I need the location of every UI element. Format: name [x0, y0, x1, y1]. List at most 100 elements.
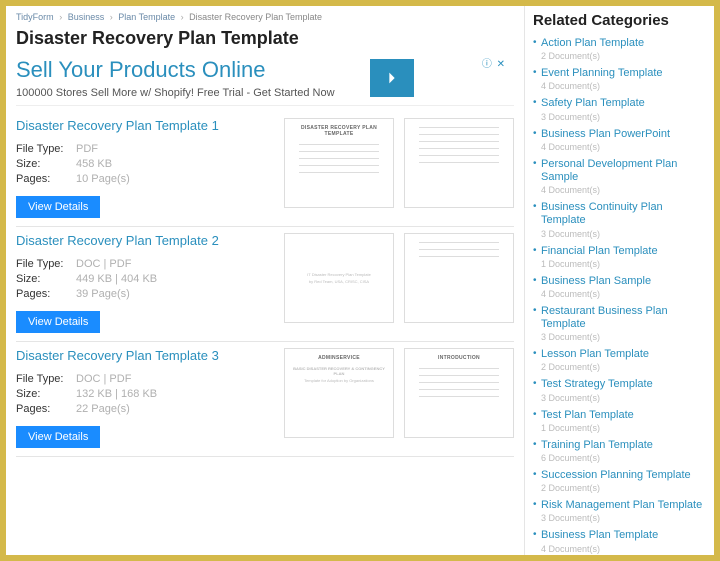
- category-item: Business Plan Template 4 Document(s): [533, 529, 706, 553]
- category-item: Event Planning Template4 Document(s): [533, 67, 706, 91]
- category-link[interactable]: Personal Development Plan Sample: [541, 158, 706, 184]
- category-link[interactable]: Business Plan Sample: [541, 275, 706, 288]
- template-item: Disaster Recovery Plan Template 1 File T…: [16, 112, 514, 227]
- category-link[interactable]: Safety Plan Template: [541, 97, 706, 110]
- template-title-link[interactable]: Disaster Recovery Plan Template 1: [16, 118, 274, 133]
- meta-value-filetype: PDF: [76, 143, 98, 155]
- category-item: Restaurant Business Plan Template3 Docum…: [533, 305, 706, 342]
- ad-headline: Sell Your Products Online: [16, 57, 514, 83]
- document-thumbnail[interactable]: INTRODUCTION: [404, 348, 514, 438]
- category-link[interactable]: Event Planning Template: [541, 67, 706, 80]
- chevron-right-icon: [384, 70, 400, 86]
- meta-value-pages: 39 Page(s): [76, 288, 130, 300]
- category-item: Training Plan Template6 Document(s): [533, 439, 706, 463]
- category-count: 3 Document(s): [541, 112, 706, 122]
- category-count: 3 Document(s): [541, 229, 706, 239]
- view-details-button[interactable]: View Details: [16, 311, 100, 333]
- meta-label-pages: Pages:: [16, 403, 76, 415]
- view-details-button[interactable]: View Details: [16, 426, 100, 448]
- main-content: TidyForm › Business › Plan Template › Di…: [6, 6, 524, 555]
- category-link[interactable]: Business Plan PowerPoint: [541, 128, 706, 141]
- meta-label-filetype: File Type:: [16, 373, 76, 385]
- category-count: 3 Document(s): [541, 513, 706, 523]
- category-link[interactable]: Restaurant Business Plan Template: [541, 305, 706, 331]
- category-count: 3 Document(s): [541, 393, 706, 403]
- ad-subtext: 100000 Stores Sell More w/ Shopify! Free…: [16, 87, 514, 99]
- ad-info-close[interactable]: ⓘ ✕: [482, 55, 506, 70]
- category-count: 4 Document(s): [541, 81, 706, 91]
- crumb-plan-template[interactable]: Plan Template: [118, 12, 175, 22]
- meta-value-size: 449 KB | 404 KB: [76, 273, 157, 285]
- category-count: 1 Document(s): [541, 259, 706, 269]
- view-details-button[interactable]: View Details: [16, 196, 100, 218]
- breadcrumb: TidyForm › Business › Plan Template › Di…: [16, 12, 514, 22]
- sidebar-heading: Related Categories: [533, 12, 706, 29]
- meta-label-size: Size:: [16, 388, 76, 400]
- page-title: Disaster Recovery Plan Template: [16, 28, 514, 49]
- category-count: 4 Document(s): [541, 544, 706, 554]
- category-item: Safety Plan Template 3 Document(s): [533, 97, 706, 121]
- meta-value-filetype: DOC | PDF: [76, 373, 131, 385]
- category-item: Business Plan Sample4 Document(s): [533, 275, 706, 299]
- category-link[interactable]: Risk Management Plan Template: [541, 499, 706, 512]
- category-item: Risk Management Plan Template3 Document(…: [533, 499, 706, 523]
- category-item: Lesson Plan Template2 Document(s): [533, 348, 706, 372]
- category-count: 6 Document(s): [541, 453, 706, 463]
- category-link[interactable]: Test Strategy Template: [541, 378, 706, 391]
- template-title-link[interactable]: Disaster Recovery Plan Template 3: [16, 348, 274, 363]
- crumb-home[interactable]: TidyForm: [16, 12, 54, 22]
- category-item: Action Plan Template2 Document(s): [533, 37, 706, 61]
- category-link[interactable]: Lesson Plan Template: [541, 348, 706, 361]
- meta-label-pages: Pages:: [16, 288, 76, 300]
- template-title-link[interactable]: Disaster Recovery Plan Template 2: [16, 233, 274, 248]
- thumb-title: ADMINSERVICE: [318, 355, 360, 361]
- category-item: Business Continuity Plan Template 3 Docum…: [533, 201, 706, 238]
- category-item: Personal Development Plan Sample4 Docume…: [533, 158, 706, 195]
- meta-value-filetype: DOC | PDF: [76, 258, 131, 270]
- category-link[interactable]: Training Plan Template: [541, 439, 706, 452]
- meta-value-size: 132 KB | 168 KB: [76, 388, 157, 400]
- meta-label-size: Size:: [16, 158, 76, 170]
- sidebar: Related Categories Action Plan Template2…: [524, 6, 714, 555]
- category-count: 1 Document(s): [541, 423, 706, 433]
- category-link[interactable]: Business Continuity Plan Template: [541, 201, 706, 227]
- document-thumbnail[interactable]: [404, 233, 514, 323]
- meta-value-size: 458 KB: [76, 158, 112, 170]
- ad-box[interactable]: ⓘ ✕ Sell Your Products Online 100000 Sto…: [16, 53, 514, 106]
- category-link[interactable]: Test Plan Template: [541, 409, 706, 422]
- meta-label-filetype: File Type:: [16, 258, 76, 270]
- category-item: Business Plan PowerPoint4 Document(s): [533, 128, 706, 152]
- document-thumbnail[interactable]: IT Disaster Recovery Plan Template by Re…: [284, 233, 394, 323]
- template-item: Disaster Recovery Plan Template 2 File T…: [16, 227, 514, 342]
- category-count: 4 Document(s): [541, 185, 706, 195]
- thumb-title: DISASTER RECOVERY PLAN TEMPLATE: [291, 125, 387, 137]
- document-thumbnail[interactable]: [404, 118, 514, 208]
- category-link[interactable]: Action Plan Template: [541, 37, 706, 50]
- template-item: Disaster Recovery Plan Template 3 File T…: [16, 342, 514, 457]
- thumb-title: IT Disaster Recovery Plan Template: [307, 272, 371, 277]
- category-count: 2 Document(s): [541, 362, 706, 372]
- category-count: 3 Document(s): [541, 332, 706, 342]
- meta-label-pages: Pages:: [16, 173, 76, 185]
- meta-label-filetype: File Type:: [16, 143, 76, 155]
- crumb-current: Disaster Recovery Plan Template: [189, 12, 322, 22]
- document-thumbnail[interactable]: ADMINSERVICE BASIC DISASTER RECOVERY & C…: [284, 348, 394, 438]
- ad-arrow-button[interactable]: [370, 59, 414, 97]
- category-item: Test Strategy Template 3 Document(s): [533, 378, 706, 402]
- thumb-text: by Red Team, USA, CRISC, CISA: [309, 279, 369, 284]
- document-thumbnail[interactable]: DISASTER RECOVERY PLAN TEMPLATE: [284, 118, 394, 208]
- category-count: 4 Document(s): [541, 289, 706, 299]
- crumb-business[interactable]: Business: [68, 12, 105, 22]
- category-list: Action Plan Template2 Document(s)Event P…: [533, 37, 706, 555]
- category-link[interactable]: Financial Plan Template: [541, 245, 706, 258]
- category-item: Succession Planning Template2 Document(s…: [533, 469, 706, 493]
- meta-value-pages: 10 Page(s): [76, 173, 130, 185]
- category-count: 2 Document(s): [541, 51, 706, 61]
- thumb-sub: BASIC DISASTER RECOVERY & CONTINGENCY PL…: [291, 366, 387, 376]
- category-link[interactable]: Succession Planning Template: [541, 469, 706, 482]
- category-link[interactable]: Business Plan Template: [541, 529, 706, 542]
- category-count: 4 Document(s): [541, 142, 706, 152]
- meta-value-pages: 22 Page(s): [76, 403, 130, 415]
- category-item: Test Plan Template1 Document(s): [533, 409, 706, 433]
- category-item: Financial Plan Template1 Document(s): [533, 245, 706, 269]
